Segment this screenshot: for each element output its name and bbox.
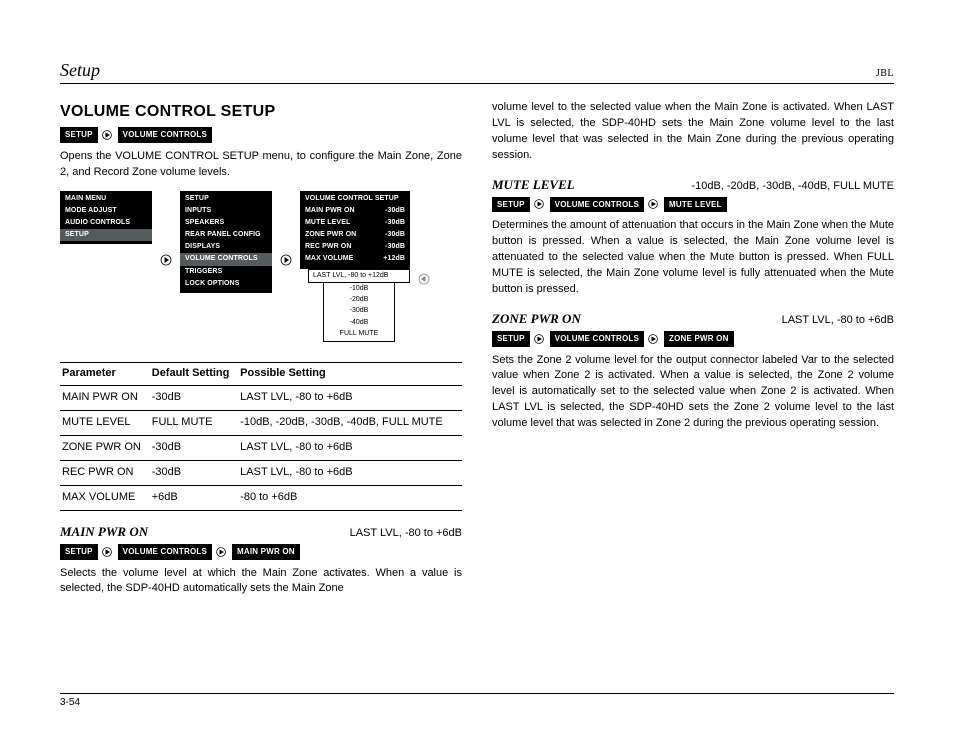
breadcrumb-main-pwr-on: SETUP VOLUME CONTROLS MAIN PWR ON	[60, 544, 462, 560]
heading-main-pwr-on: MAIN PWR ON	[60, 523, 148, 542]
left-column: VOLUME CONTROL SETUP SETUP VOLUME CONTRO…	[60, 100, 462, 607]
page-title: VOLUME CONTROL SETUP	[60, 100, 462, 123]
chevron-right-icon	[102, 130, 114, 140]
text-main-pwr-on-b: volume level to the selected value when …	[492, 100, 894, 164]
section-title: Setup	[60, 60, 100, 81]
heading-zone-pwr-on: ZONE PWR ON	[492, 310, 581, 329]
brand-label: JBL	[876, 68, 894, 79]
menu-diagram: MAIN MENU MODE ADJUST AUDIO CONTROLS SET…	[60, 191, 462, 343]
crumb-setup: SETUP	[60, 127, 98, 143]
range-main-pwr-on: LAST LVL, -80 to +6dB	[350, 526, 462, 542]
right-column: volume level to the selected value when …	[492, 100, 894, 607]
table-row: MAX VOLUME+6dB-80 to +6dB	[60, 486, 462, 511]
text-zone-pwr-on: Sets the Zone 2 volume level for the out…	[492, 353, 894, 433]
breadcrumb-zone-pwr-on: SETUP VOLUME CONTROLS ZONE PWR ON	[492, 331, 894, 347]
menu-volume-control-setup: VOLUME CONTROL SETUP MAIN PWR ON-30dB MU…	[300, 191, 410, 269]
breadcrumb: SETUP VOLUME CONTROLS	[60, 127, 462, 143]
parameter-table: Parameter Default Setting Possible Setti…	[60, 362, 462, 511]
chevron-right-icon	[648, 334, 660, 344]
menu-main: MAIN MENU MODE ADJUST AUDIO CONTROLS SET…	[60, 191, 152, 245]
table-row: MAIN PWR ON-30dBLAST LVL, -80 to +6dB	[60, 386, 462, 411]
table-row: REC PWR ON-30dBLAST LVL, -80 to +6dB	[60, 461, 462, 486]
menu-setup: SETUP INPUTS SPEAKERS REAR PANEL CONFIG …	[180, 191, 272, 293]
page-footer: 3-54	[60, 693, 894, 708]
arrow-right-icon	[280, 254, 292, 272]
th-possible: Possible Setting	[238, 363, 462, 386]
crumb-volume-controls: VOLUME CONTROLS	[118, 127, 212, 143]
arrow-left-icon	[418, 273, 430, 291]
range-mute-level: -10dB, -20dB, -30dB, -40dB, FULL MUTE	[691, 179, 894, 195]
page-number: 3-54	[60, 697, 80, 708]
arrow-right-icon	[160, 254, 172, 272]
dropdown-selected: LAST LVL, -80 to +12dB	[308, 269, 410, 283]
chevron-right-icon	[648, 199, 660, 209]
heading-mute-level: MUTE LEVEL	[492, 176, 575, 195]
chevron-right-icon	[534, 199, 546, 209]
dropdown-options: -10dB -20dB -30dB -40dB FULL MUTE	[323, 283, 395, 343]
intro-text: Opens the VOLUME CONTROL SETUP menu, to …	[60, 149, 462, 181]
chevron-right-icon	[102, 547, 114, 557]
table-row: ZONE PWR ON-30dBLAST LVL, -80 to +6dB	[60, 436, 462, 461]
chevron-right-icon	[216, 547, 228, 557]
range-zone-pwr-on: LAST LVL, -80 to +6dB	[782, 313, 894, 329]
table-row: MUTE LEVELFULL MUTE-10dB, -20dB, -30dB, …	[60, 411, 462, 436]
chevron-right-icon	[534, 334, 546, 344]
text-mute-level: Determines the amount of attenuation tha…	[492, 218, 894, 298]
page-header: Setup JBL	[60, 60, 894, 84]
th-default: Default Setting	[150, 363, 238, 386]
breadcrumb-mute-level: SETUP VOLUME CONTROLS MUTE LEVEL	[492, 197, 894, 213]
th-parameter: Parameter	[60, 363, 150, 386]
text-main-pwr-on-a: Selects the volume level at which the Ma…	[60, 566, 462, 598]
dropdown: LAST LVL, -80 to +12dB -10dB -20dB -30dB…	[308, 269, 410, 343]
